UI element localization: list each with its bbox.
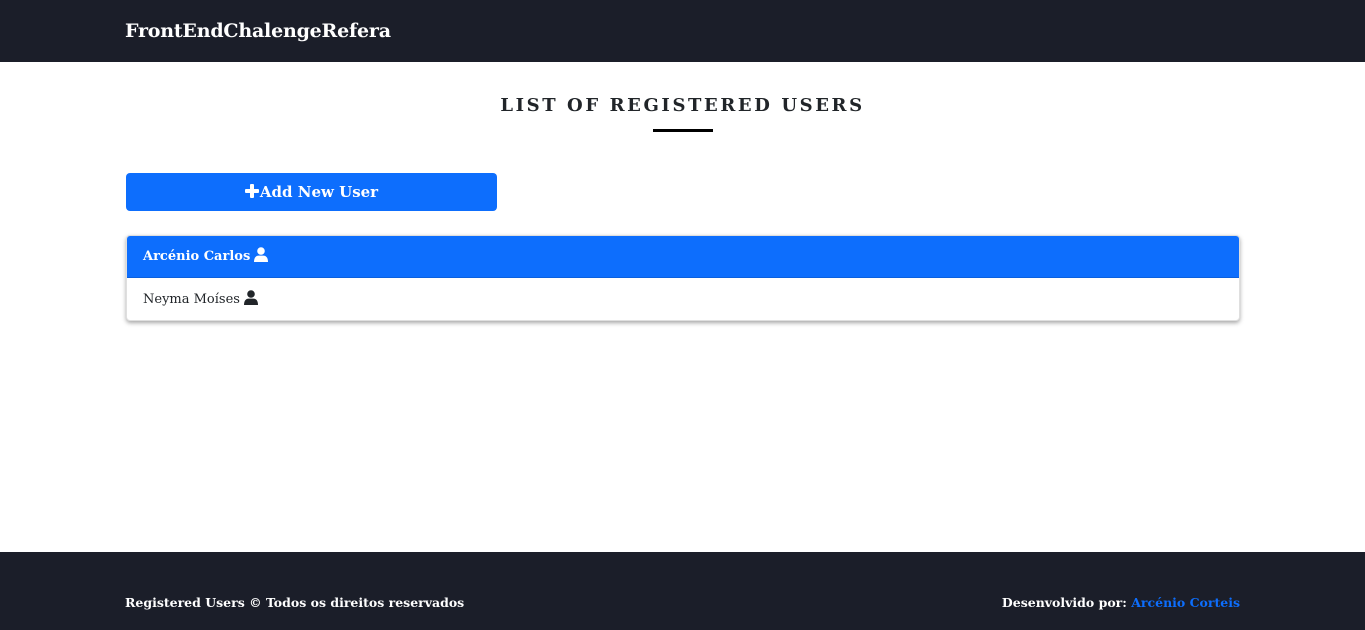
copyright-text: Registered Users © Todos os direitos res…: [125, 595, 465, 610]
user-name: Arcénio Carlos: [143, 249, 251, 264]
page-title: LIST OF REGISTERED USERS: [500, 95, 865, 116]
user-name: Neyma Moíses: [143, 291, 240, 307]
title-underline: [653, 129, 713, 132]
developer-credit: Desenvolvido por: Arcénio Corteis: [1002, 595, 1240, 611]
footer: Registered Users © Todos os direitos res…: [0, 552, 1365, 630]
add-new-user-button[interactable]: Add New User: [126, 173, 497, 211]
user-list-item[interactable]: Neyma Moíses: [127, 278, 1239, 320]
plus-icon: [244, 184, 259, 198]
brand-link[interactable]: FrontEndChalengeRefera: [125, 18, 391, 44]
developer-link[interactable]: Arcénio Corteis: [1131, 595, 1240, 610]
user-list-item[interactable]: Arcénio Carlos: [127, 236, 1239, 278]
top-navbar: FrontEndChalengeRefera: [0, 0, 1365, 62]
developed-by-label: Desenvolvido por:: [1001, 595, 1127, 610]
user-icon: [243, 289, 258, 305]
user-list: Arcénio Carlos Neyma Moíses: [126, 235, 1240, 321]
add-new-user-label: Add New User: [259, 183, 379, 201]
user-icon: [254, 247, 269, 262]
